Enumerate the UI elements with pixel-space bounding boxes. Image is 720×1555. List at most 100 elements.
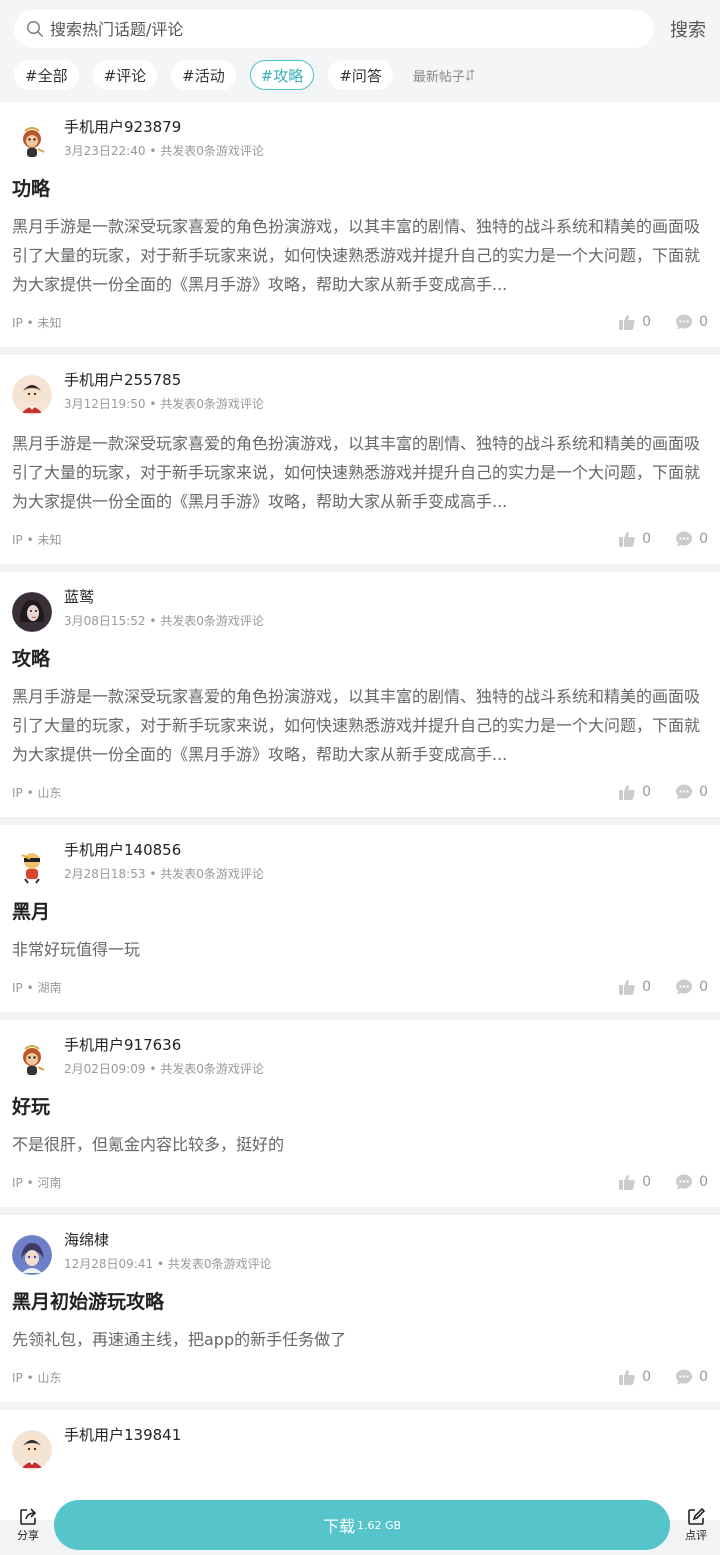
username[interactable]: 蓝鹫 [64, 586, 264, 608]
ip-location: IP • 未知 [12, 532, 62, 547]
post-card[interactable]: 手机用户255785 3月12日19:50 • 共发表0条游戏评论黑月手游是一款深… [0, 355, 720, 564]
avatar[interactable] [12, 122, 52, 162]
post-header: 蓝鹫 3月08日15:52 • 共发表0条游戏评论 [12, 586, 708, 632]
post-content: 先领礼包，再速通主线，把app的新手任务做了 [12, 1330, 347, 1349]
post-header: 海绵棣 12月28日09:41 • 共发表0条游戏评论 [12, 1229, 708, 1275]
post-author-info: 蓝鹫 3月08日15:52 • 共发表0条游戏评论 [64, 586, 264, 629]
post-card[interactable]: 海绵棣 12月28日09:41 • 共发表0条游戏评论 黑月初始游玩攻略 先领礼包，再… [0, 1215, 720, 1402]
share-button[interactable]: 分享 [10, 1507, 46, 1543]
comment-count: 0 [699, 979, 708, 995]
sort-label: 最新帖子 [412, 69, 465, 85]
filter-row: #全部 #评论 #活动 #攻略 #问答 最新帖子 [14, 60, 706, 90]
comment-button[interactable]: 0 [675, 1368, 708, 1386]
post-card[interactable]: 手机用户923879 3月23日22:40 • 共发表0条游戏评论 功略 黑月手游是一… [0, 102, 720, 347]
like-count: 0 [642, 314, 652, 330]
avatar[interactable] [12, 1235, 52, 1275]
post-count: 共发表0条游戏评论 [160, 144, 264, 158]
post-author-info: 手机用户923879 3月23日22:40 • 共发表0条游戏评论 [64, 116, 264, 159]
sort-dropdown[interactable]: 最新帖子 [413, 66, 475, 85]
like-button[interactable]: 0 [618, 313, 651, 331]
post-card[interactable]: 手机用户140856 2月28日18:53 • 共发表0条游戏评论 黑月 非常好玩值得… [0, 825, 720, 1012]
top-bar: 搜索 #全部 #评论 #活动 #攻略 #问答 最新帖子 [0, 0, 720, 102]
tab-qa[interactable]: #问答 [328, 60, 393, 90]
post-meta: 3月08日15:52 • 共发表0条游戏评论 [64, 614, 264, 628]
comment-count: 0 [699, 531, 708, 547]
post-author-info: 手机用户139841 [64, 1424, 181, 1446]
avatar[interactable] [12, 592, 52, 632]
post-card[interactable]: 蓝鹫 3月08日15:52 • 共发表0条游戏评论 攻略 黑月手游是一款深受玩家喜爱的… [0, 572, 720, 817]
comment-count: 0 [699, 314, 708, 330]
post-title: 好玩 [12, 1096, 51, 1118]
share-icon [20, 1508, 37, 1525]
review-label: 点评 [685, 1529, 707, 1542]
avatar[interactable] [12, 845, 52, 885]
like-button[interactable]: 0 [618, 1368, 651, 1386]
tab-all[interactable]: #全部 [14, 60, 79, 90]
avatar[interactable] [12, 1430, 52, 1470]
comment-button[interactable]: 0 [675, 978, 708, 996]
username[interactable]: 手机用户255785 [64, 369, 264, 391]
post-content: 非常好玩值得一玩 [12, 940, 141, 959]
post-content: 黑月手游是一款深受玩家喜爱的角色扮演游戏，以其丰富的剧情、独特的战斗系统和精美的… [12, 434, 701, 511]
like-button[interactable]: 0 [618, 530, 651, 548]
comment-icon [676, 1174, 693, 1190]
tab-events[interactable]: #活动 [171, 60, 236, 90]
post-count: 共发表0条游戏评论 [167, 1257, 272, 1271]
ip-location: IP • 山东 [12, 785, 62, 800]
avatar[interactable] [12, 1040, 52, 1080]
download-label: 下载 [322, 1517, 355, 1536]
thumbs-up-icon [619, 532, 635, 547]
post-author-info: 手机用户255785 3月12日19:50 • 共发表0条游戏评论 [64, 369, 264, 412]
post-time: 12月28日09:41 [64, 1257, 154, 1271]
username[interactable]: 手机用户917636 [64, 1034, 264, 1056]
like-count: 0 [642, 979, 652, 995]
post-footer: IP • 山东 0 0 [12, 781, 708, 803]
review-button[interactable]: 点评 [678, 1507, 714, 1543]
comment-button[interactable]: 0 [675, 783, 708, 801]
like-count: 0 [642, 784, 652, 800]
username[interactable]: 手机用户140856 [64, 839, 264, 861]
comment-button[interactable]: 0 [675, 530, 708, 548]
tab-guides[interactable]: #攻略 [249, 60, 315, 90]
thumbs-up-icon [619, 315, 635, 330]
post-meta: 2月28日18:53 • 共发表0条游戏评论 [64, 867, 264, 881]
post-title: 功略 [12, 178, 51, 200]
post-footer: IP • 未知 0 0 [12, 311, 708, 333]
post-card[interactable]: 手机用户917636 2月02日09:09 • 共发表0条游戏评论 好玩 不是很肝，但… [0, 1020, 720, 1207]
download-button[interactable]: 下载 1.62 GB [54, 1500, 670, 1550]
like-button[interactable]: 0 [618, 1173, 651, 1191]
like-button[interactable]: 0 [618, 783, 651, 801]
comment-button[interactable]: 0 [675, 1173, 708, 1191]
post-header: 手机用户923879 3月23日22:40 • 共发表0条游戏评论 [12, 116, 708, 162]
post-content: 不是很肝，但氪金内容比较多，挺好的 [12, 1135, 285, 1154]
post-header: 手机用户139841 [12, 1424, 708, 1470]
search-button[interactable]: 搜索 [666, 16, 706, 42]
search-input[interactable] [50, 19, 654, 39]
post-time: 2月28日18:53 [64, 867, 146, 881]
post-list: 手机用户923879 3月23日22:40 • 共发表0条游戏评论 功略黑月手游是一… [0, 102, 720, 1520]
comment-icon [676, 531, 693, 547]
post-author-info: 海绵棣 12月28日09:41 • 共发表0条游戏评论 [64, 1229, 271, 1272]
tab-comments[interactable]: #评论 [92, 60, 158, 90]
post-time: 2月02日09:09 [64, 1062, 146, 1076]
avatar[interactable] [12, 375, 52, 415]
username[interactable]: 手机用户139841 [64, 1424, 181, 1446]
username[interactable]: 手机用户923879 [64, 116, 264, 138]
post-footer: IP • 未知 0 0 [12, 528, 708, 550]
post-content: 黑月手游是一款深受玩家喜爱的角色扮演游戏，以其丰富的剧情、独特的战斗系统和精美的… [12, 687, 701, 764]
bottom-bar: 分享 下载 1.62 GB 点评 [0, 1495, 720, 1555]
comment-button[interactable]: 0 [675, 313, 708, 331]
comment-icon [676, 314, 693, 330]
like-button[interactable]: 0 [618, 978, 651, 996]
post-header: 手机用户140856 2月28日18:53 • 共发表0条游戏评论 [12, 839, 708, 885]
post-meta: 3月12日19:50 • 共发表0条游戏评论 [64, 397, 264, 411]
thumbs-up-icon [619, 1370, 635, 1385]
username[interactable]: 海绵棣 [64, 1229, 271, 1251]
post-count: 共发表0条游戏评论 [160, 397, 264, 411]
share-label: 分享 [17, 1529, 39, 1542]
search-box[interactable] [14, 10, 654, 48]
post-count: 共发表0条游戏评论 [160, 1062, 264, 1076]
edit-icon [688, 1507, 706, 1525]
post-time: 3月12日19:50 [64, 397, 146, 411]
comment-icon [676, 979, 693, 995]
